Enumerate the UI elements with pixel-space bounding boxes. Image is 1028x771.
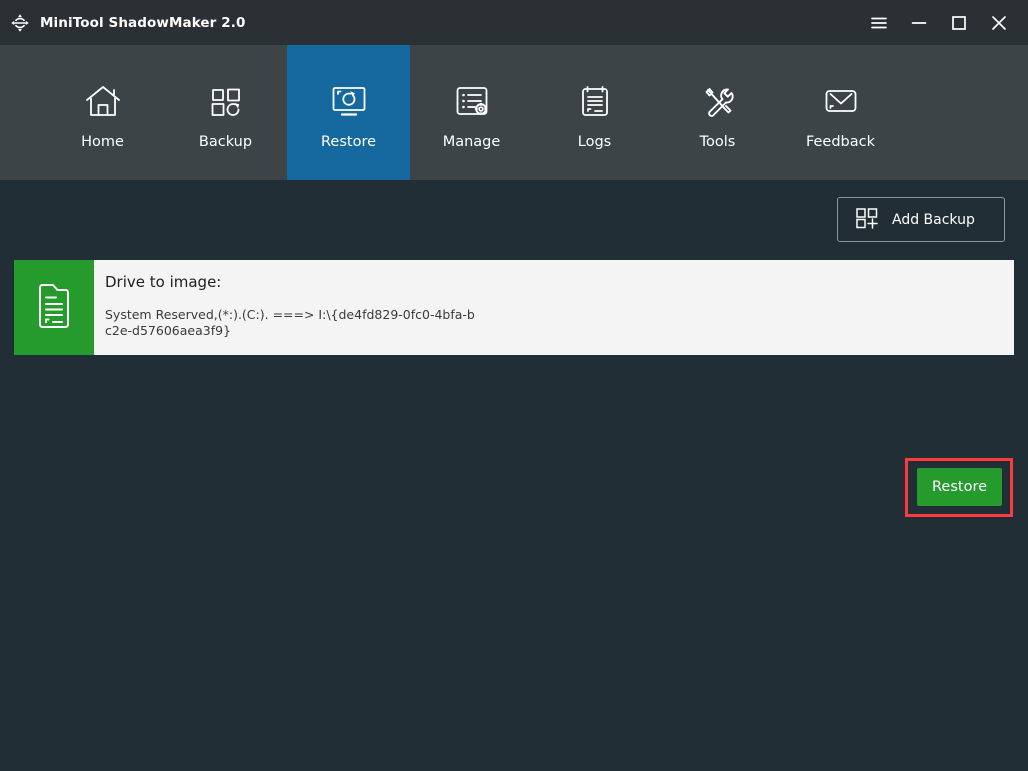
nav-item-tools[interactable]: Tools bbox=[656, 45, 779, 180]
backup-card[interactable]: Drive to image: System Reserved,(*:).(C:… bbox=[14, 260, 1014, 355]
backup-card-title: Drive to image: bbox=[105, 273, 222, 291]
list-gear-icon bbox=[449, 76, 495, 126]
backup-squares-refresh-icon bbox=[203, 76, 249, 126]
envelope-icon bbox=[818, 76, 864, 126]
nav-label-tools: Tools bbox=[699, 133, 736, 150]
add-backup-label: Add Backup bbox=[892, 211, 975, 228]
home-icon bbox=[80, 76, 126, 126]
wrench-screwdriver-icon bbox=[695, 76, 741, 126]
nav-item-home[interactable]: Home bbox=[41, 45, 164, 180]
document-image-icon bbox=[31, 280, 77, 336]
nav-item-restore[interactable]: Restore bbox=[287, 45, 410, 180]
main-navigation: Home Backup Restore Manage Logs Tools Fe… bbox=[0, 45, 1028, 180]
nav-item-logs[interactable]: Logs bbox=[533, 45, 656, 180]
restore-arrows-icon bbox=[9, 12, 31, 34]
nav-label-backup: Backup bbox=[198, 133, 253, 150]
clipboard-icon bbox=[572, 76, 618, 126]
window-controls bbox=[859, 0, 1028, 45]
content-area: Add Backup Drive to image: System Reserv… bbox=[0, 180, 1028, 771]
nav-label-home: Home bbox=[81, 133, 124, 150]
monitor-restore-icon bbox=[326, 76, 372, 126]
backup-card-path: System Reserved,(*:).(C:). ===> I:\{de4f… bbox=[105, 307, 475, 338]
nav-item-feedback[interactable]: Feedback bbox=[779, 45, 902, 180]
add-backup-button[interactable]: Add Backup bbox=[837, 197, 1005, 242]
title-bar-left: MiniTool ShadowMaker 2.0 bbox=[0, 12, 245, 34]
app-title: MiniTool ShadowMaker 2.0 bbox=[40, 14, 246, 31]
nav-label-restore: Restore bbox=[320, 133, 377, 150]
backup-thumbnail bbox=[14, 260, 94, 355]
nav-label-manage: Manage bbox=[442, 133, 501, 150]
title-bar: MiniTool ShadowMaker 2.0 bbox=[0, 0, 1028, 45]
nav-label-feedback: Feedback bbox=[805, 133, 876, 150]
add-squares-plus-icon bbox=[855, 207, 881, 233]
hamburger-menu-icon[interactable] bbox=[859, 0, 899, 45]
maximize-icon[interactable] bbox=[939, 0, 979, 45]
nav-label-logs: Logs bbox=[577, 133, 612, 150]
nav-item-manage[interactable]: Manage bbox=[410, 45, 533, 180]
close-icon[interactable] bbox=[979, 0, 1019, 45]
restore-button[interactable]: Restore bbox=[917, 468, 1002, 506]
nav-item-backup[interactable]: Backup bbox=[164, 45, 287, 180]
backup-card-body: Drive to image: System Reserved,(*:).(C:… bbox=[94, 260, 1014, 355]
minimize-icon[interactable] bbox=[899, 0, 939, 45]
